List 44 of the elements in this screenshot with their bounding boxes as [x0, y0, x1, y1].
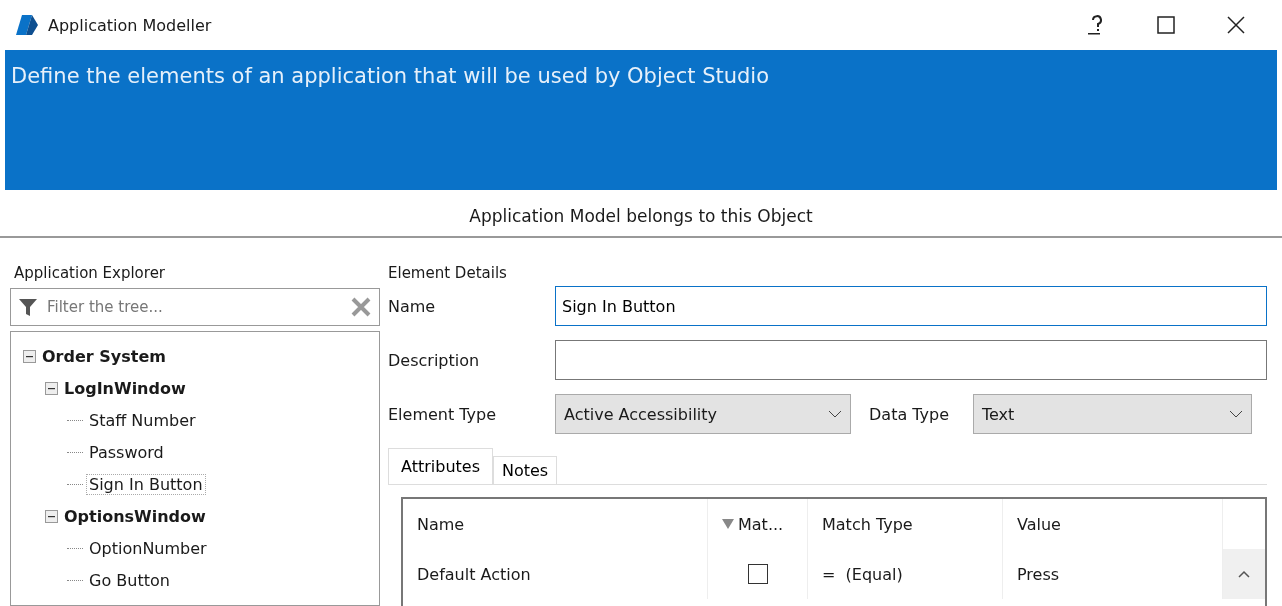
- tree-item[interactable]: Sign In Button: [87, 474, 205, 494]
- column-header[interactable]: Mat...: [708, 499, 808, 549]
- section-title: Element Details: [388, 264, 508, 282]
- chevron-down-icon: [1229, 410, 1243, 418]
- tree-item[interactable]: Password: [87, 442, 166, 462]
- tree-item[interactable]: OptionsWindow: [62, 506, 208, 526]
- filter-icon: [722, 518, 734, 530]
- tree-item[interactable]: Go Button: [87, 570, 172, 590]
- description-field[interactable]: [555, 340, 1267, 380]
- close-icon[interactable]: [1227, 16, 1245, 34]
- tree-item[interactable]: Staff Number: [87, 410, 198, 430]
- filter-icon: [19, 298, 37, 316]
- name-field[interactable]: Sign In Button: [555, 286, 1267, 326]
- filter-box[interactable]: Filter the tree...: [10, 288, 380, 326]
- maximize-icon[interactable]: [1157, 16, 1175, 34]
- table-cell: Default Action: [403, 549, 708, 599]
- column-header[interactable]: Name: [403, 499, 708, 549]
- tree-item[interactable]: Order System: [40, 346, 168, 366]
- table-cell: = (Equal): [808, 549, 1003, 599]
- panel-title: Application Explorer: [13, 264, 167, 282]
- collapse-icon[interactable]: [45, 509, 58, 523]
- tree-item[interactable]: OptionNumber: [87, 538, 209, 558]
- tab[interactable]: Attributes: [388, 448, 493, 484]
- match-checkbox[interactable]: [747, 564, 768, 584]
- element-type-dropdown[interactable]: Active Accessibility: [555, 394, 851, 434]
- window-title: Application Modeller: [48, 15, 213, 35]
- object-caption: Application Model belongs to this Object: [469, 206, 813, 226]
- clear-icon[interactable]: [351, 297, 371, 317]
- app-logo-icon: [16, 15, 38, 35]
- help-icon[interactable]: [1088, 15, 1104, 35]
- field-label: Description: [388, 350, 481, 370]
- banner-text: Define the elements of an application that will be used by Object Studio: [11, 64, 770, 88]
- column-header[interactable]: Match Type: [808, 499, 1003, 549]
- collapse-icon[interactable]: [23, 349, 36, 363]
- tree-item[interactable]: LogInWindow: [62, 378, 188, 398]
- scroll-up-icon[interactable]: [1238, 570, 1250, 578]
- tab[interactable]: Notes: [493, 456, 558, 484]
- field-label: Name: [388, 296, 437, 316]
- collapse-icon[interactable]: [45, 381, 58, 395]
- data-type-dropdown[interactable]: Text: [973, 394, 1252, 434]
- field-label: Data Type: [868, 404, 951, 424]
- column-header[interactable]: Value: [1003, 499, 1223, 549]
- chevron-down-icon: [828, 410, 842, 418]
- field-label: Element Type: [388, 404, 498, 424]
